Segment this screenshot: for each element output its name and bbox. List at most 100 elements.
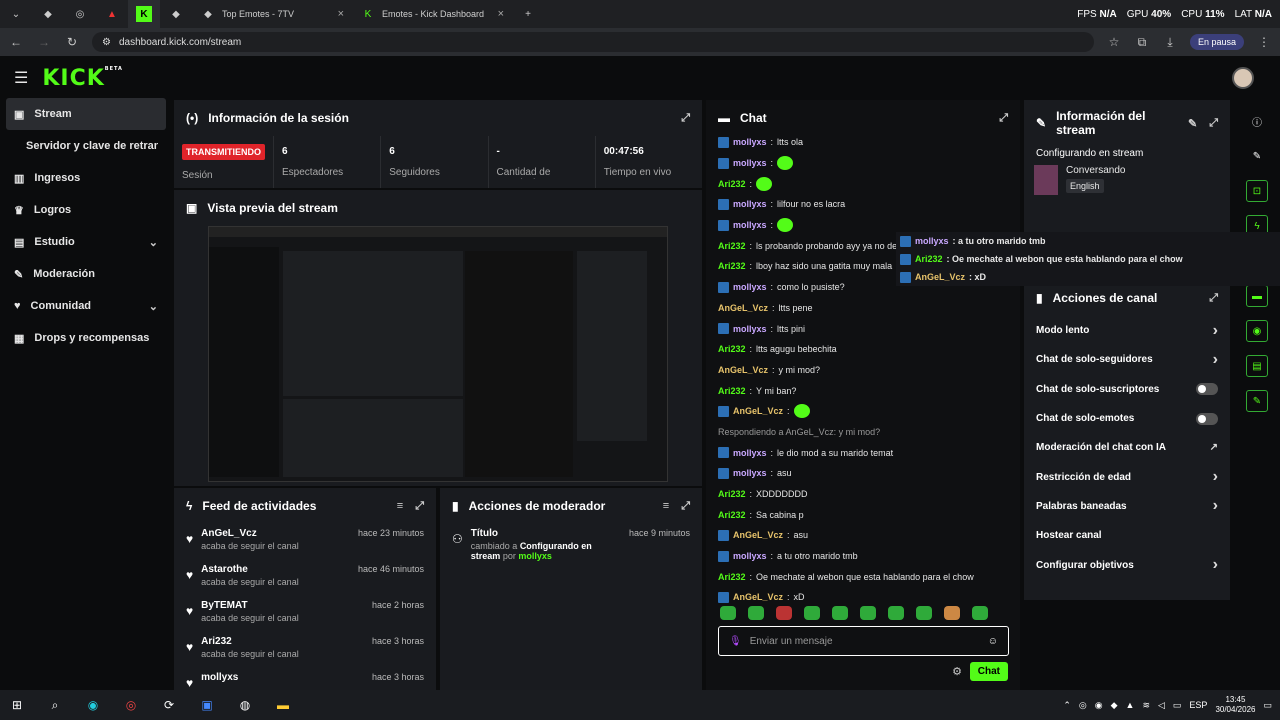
emote-icon[interactable] xyxy=(748,606,764,620)
chat-message[interactable]: Ari232: Oe mechate al webon que esta habl… xyxy=(706,566,1020,587)
tray-icon[interactable]: ◉ xyxy=(1095,700,1103,711)
pinned-tab-1[interactable]: ◆ xyxy=(32,0,64,28)
microphone-icon[interactable]: 🎙 xyxy=(729,636,742,647)
bookmark-icon[interactable]: ☆ xyxy=(1106,35,1122,49)
chat-message[interactable]: Respondiendo a AnGeL_Vcz: y mi mod? xyxy=(706,422,1020,443)
channel-action-row[interactable]: Modo lento › xyxy=(1024,316,1230,345)
emote-icon[interactable] xyxy=(916,606,932,620)
chat-username[interactable]: mollyxs xyxy=(733,468,767,478)
wrench-icon[interactable]: ✎ xyxy=(1246,390,1268,412)
extensions-icon[interactable]: ⧉ xyxy=(1134,35,1150,50)
channel-action-row[interactable]: Palabras baneadas › xyxy=(1024,492,1230,521)
channel-action-row[interactable]: Moderación del chat con IA ↗ xyxy=(1024,433,1230,462)
notification-icon[interactable]: ▭ xyxy=(1263,700,1272,711)
channel-action-row[interactable]: Hostear canal xyxy=(1024,521,1230,550)
pen-icon[interactable]: ✎ xyxy=(1246,145,1268,167)
app-icon[interactable]: ⟳ xyxy=(160,696,178,714)
chat-username[interactable]: Ari232 xyxy=(718,344,746,354)
forward-icon[interactable]: → xyxy=(36,35,52,49)
close-icon[interactable]: × xyxy=(498,8,504,20)
chat-message[interactable]: Ari232: XDDDDDDD xyxy=(706,484,1020,505)
feed-user[interactable]: ByTEMAT xyxy=(201,600,299,611)
layout-icon[interactable]: ▤ xyxy=(1246,355,1268,377)
chat-username[interactable]: mollyxs xyxy=(733,282,767,292)
chat-username[interactable]: AnGeL_Vcz xyxy=(718,365,768,375)
chat-message[interactable]: mollyxs: a tu otro marido tmb xyxy=(706,546,1020,567)
sidebar-item-stream[interactable]: ▣ Stream xyxy=(6,98,166,130)
channel-action-row[interactable]: Chat de solo-seguidores › xyxy=(1024,345,1230,374)
sidebar-item-moderacion[interactable]: ✎ Moderación xyxy=(0,258,172,290)
info-icon[interactable]: ⓘ xyxy=(1246,110,1268,132)
sidebar-item-drops[interactable]: ▦ Drops y recompensas xyxy=(0,322,172,354)
chat-username[interactable]: Ari232 xyxy=(718,241,746,251)
popout-icon[interactable]: ⤢ xyxy=(681,500,690,513)
new-tab-button[interactable]: + xyxy=(512,0,544,28)
avatar[interactable] xyxy=(1232,67,1254,89)
chrome-icon[interactable]: ◎ xyxy=(122,696,140,714)
channel-action-row[interactable]: Restricción de edad › xyxy=(1024,462,1230,491)
popout-icon[interactable]: ⤢ xyxy=(681,112,690,125)
chat-username[interactable]: mollyxs xyxy=(733,199,767,209)
site-info-icon[interactable]: ⚙ xyxy=(102,37,111,48)
popout-icon[interactable]: ⤢ xyxy=(415,500,424,513)
sidebar-item-logros[interactable]: ♛ Logros xyxy=(0,194,172,226)
chat-username[interactable]: Ari232 xyxy=(718,386,746,396)
send-chat-button[interactable]: Chat xyxy=(969,662,1008,681)
chat-message[interactable]: AnGeL_Vcz: xD xyxy=(706,587,1020,608)
tab-list-button[interactable]: ⌄ xyxy=(0,0,32,28)
emote-icon[interactable] xyxy=(944,606,960,620)
filter-icon[interactable]: ≡ xyxy=(397,500,403,513)
gear-icon[interactable]: ⚙ xyxy=(952,665,962,678)
feed-user[interactable]: Astarothe xyxy=(201,564,299,575)
channel-action-row[interactable]: Chat de solo-suscriptores xyxy=(1024,375,1230,404)
tray-icon[interactable]: ◎ xyxy=(1079,700,1087,711)
language-indicator[interactable]: ESP xyxy=(1189,700,1207,710)
emote-icon[interactable] xyxy=(776,606,792,620)
toggle-switch[interactable] xyxy=(1196,412,1218,425)
filter-icon[interactable]: ≡ xyxy=(663,500,669,513)
reload-icon[interactable]: ↻ xyxy=(64,35,80,49)
url-input[interactable]: ⚙ dashboard.kick.com/stream xyxy=(92,32,1094,52)
kick-logo[interactable]: KICKBETA xyxy=(42,66,123,91)
back-icon[interactable]: ← xyxy=(8,35,24,49)
mod-action-user[interactable]: mollyxs xyxy=(518,551,552,561)
chat-message[interactable]: Ari232: Y mi ban? xyxy=(706,380,1020,401)
feed-user[interactable]: AnGeL_Vcz xyxy=(201,528,299,539)
chat-message[interactable]: AnGeL_Vcz: xyxy=(706,401,1020,422)
chat-username[interactable]: mollyxs xyxy=(733,324,767,334)
popout-icon[interactable]: ⤢ xyxy=(1209,292,1218,305)
chat-message[interactable]: AnGeL_Vcz: y mi mod? xyxy=(706,360,1020,381)
chat-username[interactable]: AnGeL_Vcz xyxy=(733,406,783,416)
profile-pause-button[interactable]: En pausa xyxy=(1189,34,1244,50)
volume-icon[interactable]: ◁ xyxy=(1158,700,1165,711)
chevron-up-icon[interactable]: ⌃ xyxy=(1063,700,1071,711)
chat-input[interactable]: 🎙 Enviar un mensaje ☺ xyxy=(718,626,1009,656)
tab-kick-dashboard[interactable]: K Emotes - Kick Dashboard × xyxy=(352,0,512,28)
chat-message[interactable]: Ari232: Sa cabina p xyxy=(706,504,1020,525)
pinned-tab-2[interactable]: ◎ xyxy=(64,0,96,28)
emote-icon[interactable] xyxy=(832,606,848,620)
chat-message[interactable]: AnGeL_Vcz: asu xyxy=(706,525,1020,546)
broadcast-icon[interactable]: ◉ xyxy=(1246,320,1268,342)
chat-message[interactable]: mollyxs: lilfour no es lacra xyxy=(706,194,1020,215)
wifi-icon[interactable]: ≋ xyxy=(1142,700,1150,711)
popout-icon[interactable]: ⤢ xyxy=(1209,117,1218,130)
sidebar-item-ingresos[interactable]: ▥ Ingresos xyxy=(0,162,172,194)
chat-username[interactable]: AnGeL_Vcz xyxy=(733,592,783,602)
chat-username[interactable]: Ari232 xyxy=(718,261,746,271)
pinned-tab-3[interactable]: ▲ xyxy=(96,0,128,28)
sidebar-item-estudio[interactable]: ▤ Estudio ⌄ xyxy=(0,226,172,258)
battery-icon[interactable]: ▭ xyxy=(1173,700,1182,711)
search-icon[interactable]: ⌕ xyxy=(46,696,64,714)
chat-username[interactable]: mollyxs xyxy=(733,158,767,168)
channel-action-row[interactable]: Chat de solo-emotes xyxy=(1024,404,1230,433)
chat-username[interactable]: AnGeL_Vcz xyxy=(718,303,768,313)
chat-username[interactable]: Ari232 xyxy=(718,510,746,520)
chat-username[interactable]: mollyxs xyxy=(733,220,767,230)
chat-message-list[interactable]: mollyxs: ltts ola mollyxs: Ari232: mollyxs: l… xyxy=(706,132,1020,608)
emote-icon[interactable] xyxy=(720,606,736,620)
chat-message[interactable]: mollyxs: xyxy=(706,153,1020,174)
chat-username[interactable]: mollyxs xyxy=(733,137,767,147)
chat-message[interactable]: mollyxs: le dio mod a su marido temat xyxy=(706,442,1020,463)
download-icon[interactable]: ⤓ xyxy=(1162,35,1178,50)
